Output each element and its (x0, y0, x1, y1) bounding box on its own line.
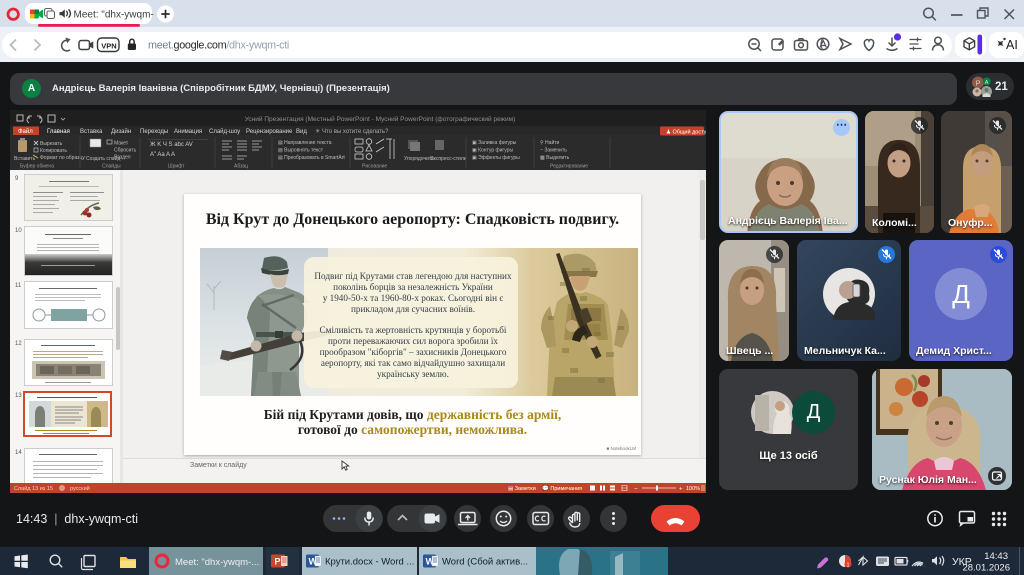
svg-text:▤ Направление текста: ▤ Направление текста (278, 140, 332, 146)
svg-text:Анимация: Анимация (174, 129, 202, 135)
svg-text:Слайд-шоу: Слайд-шоу (209, 128, 240, 135)
svg-text:▤ Заметки: ▤ Заметки (508, 486, 536, 492)
svg-text:Сбросить: Сбросить (114, 148, 137, 154)
svg-text:Переходы: Переходы (140, 129, 168, 135)
svg-text:1: 1 (847, 562, 850, 568)
svg-text:💬 Примечания: 💬 Примечания (542, 485, 582, 492)
svg-text:Вставка: Вставка (80, 129, 103, 135)
svg-text:╌ Заменить: ╌ Заменить (540, 148, 567, 154)
svg-text:Файл: Файл (18, 128, 33, 135)
svg-text:Копировать: Копировать (40, 148, 67, 154)
svg-text:28.01.2026: 28.01.2026 (962, 563, 1010, 574)
svg-text:Главная: Главная (47, 129, 70, 135)
svg-text:Буфер обмена: Буфер обмена (20, 164, 54, 170)
svg-text:Рисование: Рисование (362, 164, 387, 170)
svg-text:100%: 100% (686, 486, 700, 492)
svg-text:▣ Эффекты фигуры: ▣ Эффекты фигуры (472, 155, 520, 161)
svg-text:14:43: 14:43 (984, 551, 1008, 562)
svg-text:⚲ Найти: ⚲ Найти (540, 139, 560, 146)
svg-text:Вырезать: Вырезать (40, 141, 63, 147)
svg-text:−: − (634, 487, 638, 493)
svg-text:▤ Преобразовать в SmartArt: ▤ Преобразовать в SmartArt (278, 155, 345, 161)
svg-text:Шрифт: Шрифт (168, 164, 185, 170)
svg-text:русский: русский (70, 485, 90, 492)
svg-text:Р: Р (976, 81, 981, 88)
svg-text:Вставить: Вставить (14, 156, 36, 162)
svg-text:А: А (985, 80, 989, 86)
svg-text:▤ Выровнять текст: ▤ Выровнять текст (278, 148, 324, 154)
svg-text:Word (Сбой актив...: Word (Сбой актив... (442, 557, 528, 568)
svg-text:meet.google.com/dhx-ywqm-cti: meet.google.com/dhx-ywqm-cti (148, 40, 289, 52)
svg-text:Meet: "dhx-ywqm-: Meet: "dhx-ywqm- (74, 10, 154, 21)
svg-text:▣ Контур фигуры: ▣ Контур фигуры (472, 148, 513, 154)
svg-text:P: P (275, 557, 281, 567)
svg-text:Дизайн: Дизайн (111, 128, 131, 135)
svg-text:Meet: "dhx-ywqm-...: Meet: "dhx-ywqm-... (175, 557, 259, 568)
svg-text:Ж K Ч S abc AV: Ж K Ч S abc AV (150, 142, 193, 148)
svg-text:Абзац: Абзац (234, 164, 248, 170)
svg-text:Экспресс-стили: Экспресс-стили (430, 156, 467, 162)
svg-text:AI: AI (1006, 38, 1018, 52)
svg-text:▩ Выделить: ▩ Выделить (540, 155, 570, 161)
svg-text:A‟ Aa A A: A‟ Aa A A (150, 152, 175, 158)
svg-text:Макет: Макет (114, 141, 129, 147)
svg-text:Слайд 13 из 15: Слайд 13 из 15 (14, 485, 53, 492)
svg-text:Формат по образцу: Формат по образцу (40, 155, 85, 161)
svg-text:Рецензирование: Рецензирование (246, 129, 293, 135)
svg-text:♟ Общий доступ: ♟ Общий доступ (666, 129, 706, 136)
svg-text:+: + (679, 487, 683, 493)
svg-text:▣ Заливка фигуры: ▣ Заливка фигуры (472, 140, 517, 146)
svg-text:Раздел: Раздел (114, 155, 131, 161)
svg-text:Крути.docx - Word ...: Крути.docx - Word ... (325, 557, 414, 568)
svg-text:Слайды: Слайды (102, 163, 121, 170)
svg-text:Редактирование: Редактирование (550, 164, 588, 170)
svg-text:☀ Что вы хотите сделать?: ☀ Что вы хотите сделать? (315, 128, 389, 135)
svg-text:VPN: VPN (101, 41, 116, 50)
svg-text:Вид: Вид (296, 129, 307, 135)
svg-text:Усний Презентация (Местный Pow: Усний Презентация (Местный PowerPoint - … (245, 115, 516, 123)
